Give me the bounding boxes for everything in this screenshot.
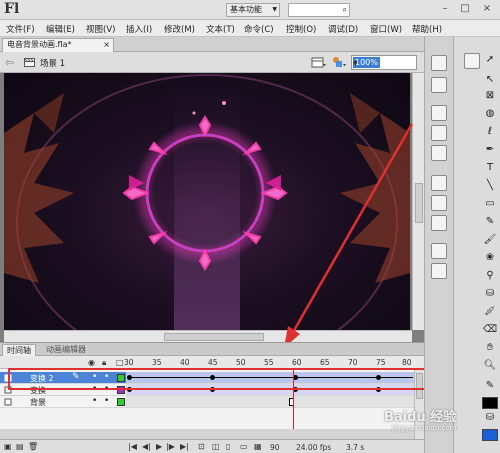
history-icon[interactable] — [431, 263, 447, 279]
layer-icon — [4, 398, 12, 406]
motion-presets-icon[interactable] — [431, 215, 447, 231]
eyedropper-tool-icon[interactable]: 💉︎ — [482, 305, 498, 319]
panel-strip — [424, 37, 454, 453]
library-icon[interactable] — [431, 243, 447, 259]
tools-panel: ➚ ↖ ⊠ ◍ ℓ ✒ T ╲ ▭ ✎ 🖌︎ ❀ ⚲ ⛁ 💉︎ ⌫ ✋︎ 🔍︎ … — [454, 37, 500, 453]
lock-icon[interactable]: 🔒︎ — [102, 358, 106, 368]
stroke-color-swatch[interactable] — [482, 397, 498, 409]
frame-number: 70 — [348, 358, 358, 367]
frame-number: 65 — [320, 358, 330, 367]
visibility-dot[interactable]: • — [92, 396, 97, 406]
frame-rate[interactable]: 24.00 fps — [296, 443, 331, 452]
components-icon[interactable] — [431, 195, 447, 211]
deco-tool-icon[interactable]: ❀ — [482, 251, 498, 265]
watermark: Baidu 经验 — [384, 410, 457, 425]
zoom-tool-icon[interactable]: 🔍︎ — [482, 359, 498, 373]
3d-rotation-tool-icon[interactable]: ◍ — [482, 107, 498, 121]
new-layer-icon[interactable]: ▣ — [4, 442, 12, 451]
frame-number: 80 — [402, 358, 412, 367]
frame-number: 55 — [264, 358, 274, 367]
selection-tool-icon[interactable]: ➚ — [482, 53, 498, 67]
text-tool-icon[interactable]: T — [482, 161, 498, 175]
play-icon[interactable]: ▶ — [156, 442, 162, 451]
new-folder-icon[interactable]: ▤ — [16, 442, 24, 451]
hand-tool-icon[interactable]: ✋︎ — [482, 341, 498, 355]
timeline-footer: ▣ ▤ 🗑︎ |◀ ◀| ▶ |▶ ▶| ⊡ ◫ ▯ ▭ ▦ 90 24.00 … — [0, 439, 424, 453]
elapsed-time: 3.7 s — [346, 443, 365, 452]
brush-tool-icon[interactable]: 🖌︎ — [482, 233, 498, 247]
transform-panel-icon[interactable] — [431, 145, 447, 161]
eye-icon[interactable]: ◉ — [88, 358, 95, 367]
layer-color-swatch[interactable] — [117, 398, 125, 406]
align-panel-icon[interactable] — [431, 105, 447, 121]
frame-number: 75 — [376, 358, 386, 367]
timeline-tab-bar: 时间轴 动画编辑器 — [0, 342, 424, 357]
frame-number: 60 — [292, 358, 302, 367]
last-frame-icon[interactable]: ▶| — [180, 442, 189, 451]
onion-outline-icon[interactable]: ▯ — [226, 442, 230, 451]
paint-bucket-tool-icon[interactable]: ⛁ — [482, 287, 498, 301]
stroke-color-icon[interactable]: ✎ — [482, 379, 498, 393]
fill-color-swatch[interactable] — [482, 429, 498, 441]
pen-tool-icon[interactable]: ✒ — [482, 143, 498, 157]
lasso-tool-icon[interactable]: ℓ — [482, 125, 498, 139]
info-panel-icon[interactable] — [431, 125, 447, 141]
line-tool-icon[interactable]: ╲ — [482, 179, 498, 193]
fill-color-icon[interactable]: ⛁ — [482, 411, 498, 425]
properties-icon[interactable] — [464, 53, 480, 69]
onion-skin-icon[interactable]: ◫ — [212, 442, 220, 451]
current-frame: 90 — [270, 443, 280, 452]
delete-layer-icon[interactable]: 🗑︎ — [28, 442, 38, 451]
center-frame-icon[interactable]: ⊡ — [198, 442, 205, 451]
frame-number: 35 — [152, 358, 162, 367]
pencil-tool-icon[interactable]: ✎ — [482, 215, 498, 229]
outline-icon[interactable]: □ — [116, 358, 124, 367]
bone-tool-icon[interactable]: ⚲ — [482, 269, 498, 283]
layer-name[interactable]: 背景 — [30, 397, 46, 408]
next-frame-icon[interactable]: |▶ — [166, 442, 175, 451]
frame-number: 30 — [124, 358, 134, 367]
prev-frame-icon[interactable]: ◀| — [142, 442, 151, 451]
layer-frames[interactable] — [126, 396, 416, 408]
frame-number: 50 — [236, 358, 246, 367]
frame-number: 45 — [208, 358, 218, 367]
frame-number: 40 — [180, 358, 190, 367]
subselection-tool-icon[interactable]: ↖ — [482, 73, 498, 87]
edit-multiple-frames-icon[interactable]: ▭ — [240, 442, 248, 451]
highlight-box — [8, 368, 434, 390]
eraser-tool-icon[interactable]: ⌫ — [482, 323, 498, 337]
rectangle-tool-icon[interactable]: ▭ — [482, 197, 498, 211]
onion-markers-icon[interactable]: ▦ — [254, 442, 262, 451]
watermark-url: jingyan.baidu.com — [392, 424, 457, 432]
swatches-panel-icon[interactable] — [431, 77, 447, 93]
code-snippets-icon[interactable] — [431, 175, 447, 191]
color-panel-icon[interactable] — [431, 55, 447, 71]
free-transform-tool-icon[interactable]: ⊠ — [482, 89, 498, 103]
first-frame-icon[interactable]: |◀ — [128, 442, 137, 451]
layer-row[interactable]: 背景 • • — [0, 396, 126, 408]
lock-dot[interactable]: • — [104, 396, 109, 406]
